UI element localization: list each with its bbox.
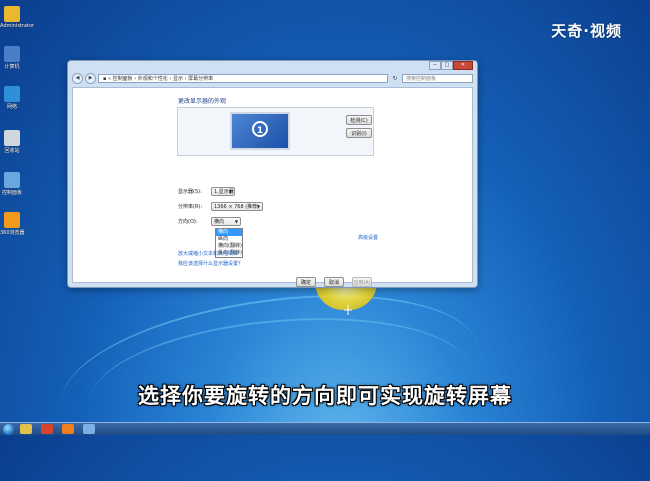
monitor-number: 1 [252,121,268,137]
desktop-icon-label: 360浏览器 [0,230,25,236]
cursor-icon [344,305,352,315]
desktop-icon[interactable]: 回收站 [0,130,24,154]
desktop-item-icon [4,212,20,228]
window-controls: ─ □ ✕ [429,61,473,70]
desktop-icon[interactable]: 网络 [0,86,24,110]
desktop-icon[interactable]: 计算机 [0,46,24,70]
page-title: 更改显示器的外观 [178,98,227,105]
forward-icon[interactable]: ▶ [85,72,96,84]
desktop-item-icon [4,172,20,188]
display-label: 显示器(S): [178,189,202,195]
desktop-icon[interactable]: 360浏览器 [0,212,25,236]
resolution-label: 分辨率(R): [178,204,203,210]
taskbar-icons [20,424,104,434]
desktop-item-icon [4,130,20,146]
chrome-icon[interactable] [41,424,53,434]
detect-button[interactable]: 检测(C) [346,115,372,125]
taskbar [0,422,650,435]
display-icon[interactable] [83,424,95,434]
search-input[interactable]: 搜索控制面板 [402,73,473,83]
maximize-button[interactable]: □ [441,61,453,70]
address-row: ◀ ▶ ▪ « 控制面板 › 外观和个性化 › 显示 › 屏幕分辨率 ↻ 搜索控… [72,72,473,84]
start-button[interactable] [3,423,14,435]
back-icon[interactable]: ◀ [72,72,83,84]
screen-resolution-window: ─ □ ✕ ◀ ▶ ▪ « 控制面板 › 外观和个性化 › 显示 › 屏幕分辨率… [67,60,478,288]
desktop-icon[interactable]: 控制面板 [0,172,24,196]
chevron-down-icon: ▼ [256,204,260,209]
orientation-value: 横向 [214,219,225,225]
desktop-icon[interactable]: Administrator [0,6,35,29]
close-button[interactable]: ✕ [453,61,473,70]
refresh-icon[interactable]: ↻ [390,74,400,83]
resolution-value: 1366 × 768 (推荐) [214,204,260,210]
monitor-icon[interactable]: 1 [230,112,290,150]
watermark: 天奇·视频 [551,22,622,40]
desktop-item-icon [4,46,20,62]
desktop-icon-label: 计算机 [4,64,20,70]
monitor-preview: 1 [177,107,374,156]
orientation-label: 方向(O): [178,219,198,225]
chevron-down-icon: ▼ [228,189,232,194]
dropdown-option[interactable]: 纵向 [216,236,242,243]
desktop-item-icon [4,86,20,102]
dropdown-option[interactable]: 横向 [216,229,242,236]
app-icon[interactable] [62,424,74,434]
desktop-icon-label: Administrator [0,23,35,29]
desktop-icon-label: 网络 [6,104,17,110]
cancel-button[interactable]: 取消 [324,277,344,287]
chevron-down-icon: ▼ [234,219,238,224]
identify-button[interactable]: 识别(I) [346,128,372,138]
display-select[interactable]: 1.显示器 ▼ [211,187,235,196]
text-size-link[interactable]: 放大或缩小文本和其他项目 [178,250,238,257]
explorer-icon[interactable] [20,424,32,434]
orientation-select[interactable]: 横向 ▼ [211,217,241,226]
dropdown-option[interactable]: 横向(翻转) [216,243,242,250]
minimize-button[interactable]: ─ [429,61,441,70]
content-pane: 更改显示器的外观 1 检测(C) 识别(I) 显示器(S): 1.显示器 ▼ 分辨… [72,87,473,287]
desktop-item-icon [4,6,20,22]
desktop-icon-label: 回收站 [4,148,20,154]
ok-button[interactable]: 确定 [296,277,316,287]
video-subtitle: 选择你要旋转的方向即可实现旋转屏幕 [138,384,512,408]
title-bar[interactable]: ─ □ ✕ [68,61,477,70]
which-settings-link[interactable]: 我应该选择什么显示器设置? [178,260,241,267]
desktop-icon-label: 控制面板 [1,190,22,196]
advanced-settings-link[interactable]: 高级设置 [358,234,378,241]
resolution-select[interactable]: 1366 × 768 (推荐) ▼ [211,202,263,211]
apply-button[interactable]: 应用(A) [352,277,372,287]
address-bar[interactable]: ▪ « 控制面板 › 外观和个性化 › 显示 › 屏幕分辨率 [98,73,388,83]
